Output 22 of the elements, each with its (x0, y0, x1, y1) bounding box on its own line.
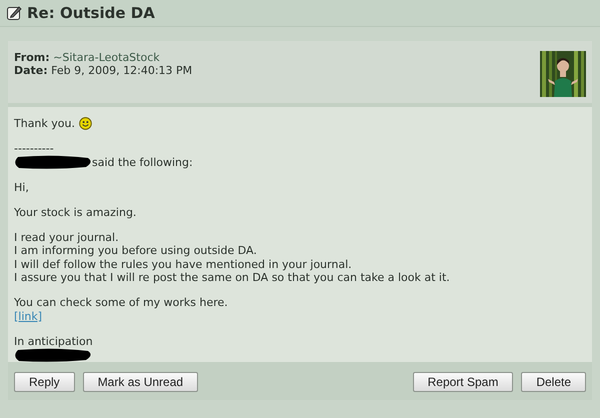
message-line: I assure you that I will re post the same on DA so that you can take a look at it. (14, 271, 450, 284)
message-line: In anticipation (14, 334, 93, 348)
action-button[interactable]: Report Spam (412, 372, 514, 392)
message-line: I will def follow the rules you have mentioned in your journal. (14, 258, 352, 271)
action-button[interactable]: Mark as Unread (82, 372, 198, 392)
action-button[interactable]: Reply (14, 372, 75, 392)
message-line: You can check some of my works here. (14, 296, 228, 310)
message-date: Feb 9, 2009, 12:40:13 PM (51, 64, 192, 77)
message-line: Hi, (14, 180, 29, 194)
message-line: Thank you. (14, 117, 75, 130)
message-line: I read your journal. (14, 230, 119, 244)
message-line: I am informing you before using outside DA. (14, 244, 257, 258)
date-label: Date: (14, 64, 48, 77)
from-label: From: (14, 51, 50, 64)
message-title: Re: Outside DA (27, 4, 155, 22)
action-button[interactable]: Delete (521, 372, 586, 392)
message-line: Your stock is amazing. (14, 206, 136, 219)
compose-icon (6, 5, 22, 21)
message-line: ---------- (14, 142, 54, 156)
message-line: said the following: (92, 156, 193, 169)
smiley-icon (78, 117, 92, 130)
sender-name[interactable]: ~Sitara-LeotaStock (53, 51, 160, 64)
